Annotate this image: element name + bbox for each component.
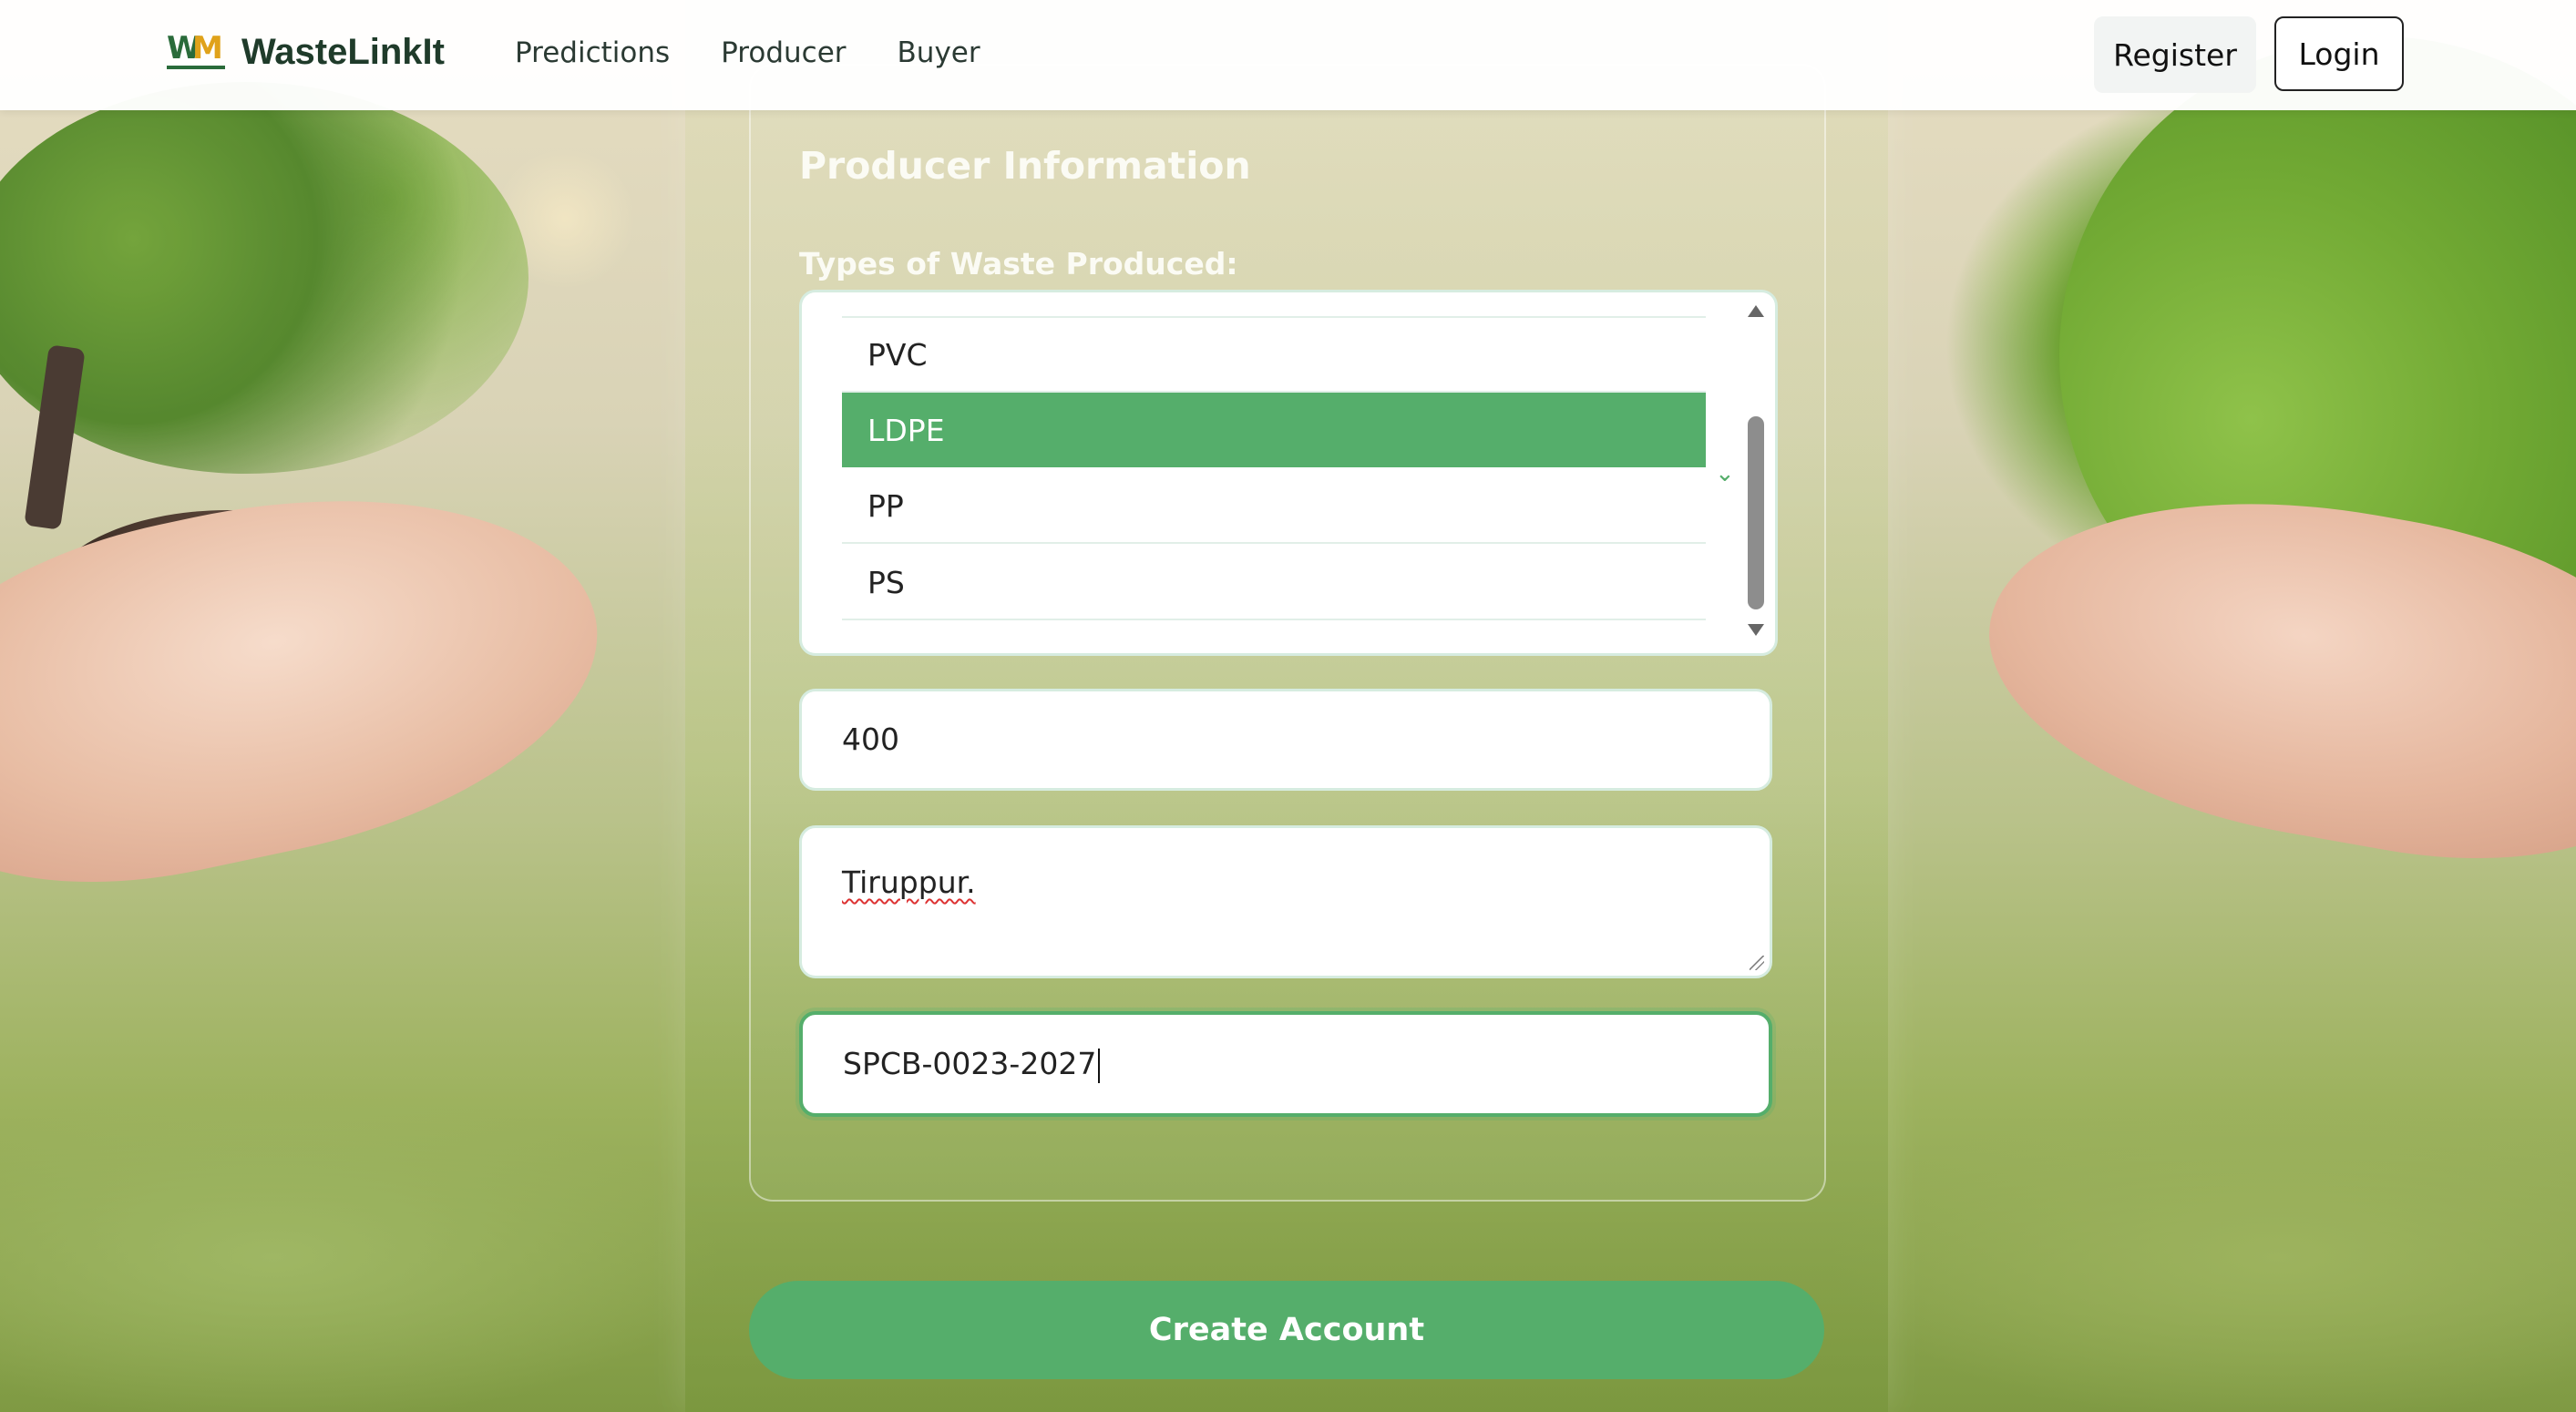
- left-hand-image: [0, 440, 630, 926]
- chevron-down-icon: ⌄: [1715, 460, 1735, 487]
- waste-option-pvc[interactable]: PVC: [842, 318, 1706, 393]
- quantity-input[interactable]: 400: [799, 689, 1772, 791]
- resize-handle-icon[interactable]: [1750, 956, 1764, 970]
- text-caret: [1098, 1048, 1101, 1083]
- nav-links: Predictions Producer Buyer: [515, 36, 980, 69]
- nav-link-predictions[interactable]: Predictions: [515, 36, 670, 69]
- login-button[interactable]: Login: [2274, 16, 2404, 91]
- nav-link-buyer[interactable]: Buyer: [898, 36, 980, 69]
- license-number-input[interactable]: SPCB-0023-2027: [799, 1011, 1772, 1117]
- section-title: Producer Information: [799, 144, 1251, 188]
- brand[interactable]: W M WasteLinkIt: [167, 31, 445, 73]
- navbar: W M WasteLinkIt Predictions Producer Buy…: [0, 0, 2576, 110]
- waste-option-ldpe[interactable]: LDPE: [842, 393, 1706, 467]
- brand-name: WasteLinkIt: [241, 31, 445, 72]
- scroll-down-arrow-icon[interactable]: [1748, 624, 1764, 636]
- waste-option-ps[interactable]: PS: [842, 546, 1706, 620]
- waste-types-multiselect[interactable]: PVC LDPE PP PS ⌄: [799, 290, 1778, 656]
- listbox-scrollbar-thumb[interactable]: [1748, 416, 1764, 609]
- waste-option-pp[interactable]: PP: [842, 469, 1706, 544]
- register-button[interactable]: Register: [2094, 16, 2256, 93]
- address-textarea[interactable]: Tiruppur.: [799, 825, 1772, 978]
- nav-link-producer[interactable]: Producer: [721, 36, 846, 69]
- tree-foliage-image: [0, 82, 529, 474]
- scroll-up-arrow-icon[interactable]: [1748, 305, 1764, 317]
- waste-types-label: Types of Waste Produced:: [799, 246, 1238, 281]
- create-account-button[interactable]: Create Account: [749, 1281, 1824, 1379]
- wm-logo-icon: W M: [167, 31, 225, 73]
